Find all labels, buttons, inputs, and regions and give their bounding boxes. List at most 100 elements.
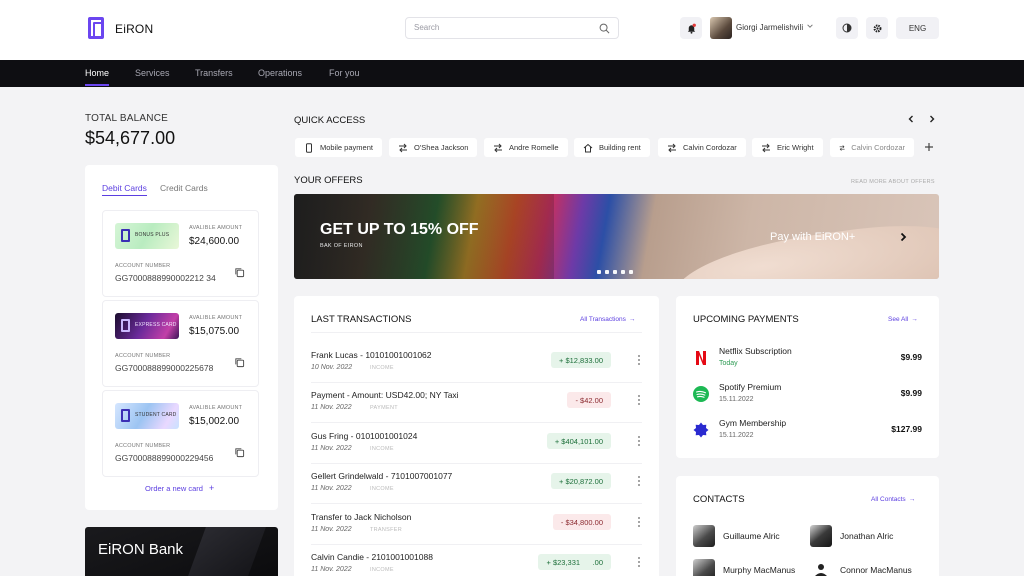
transaction-row[interactable]: Gus Fring - 0101001001024 11 Nov. 2022 I… [311,431,642,471]
all-contacts-link[interactable]: All Contacts → [871,496,915,503]
contact-name: Connor MacManus [840,565,912,575]
copy-icon[interactable] [234,447,245,458]
transaction-row[interactable]: Frank Lucas - 10101001001062 10 Nov. 202… [311,350,642,390]
copy-icon[interactable] [234,357,245,368]
quick-access-item[interactable]: Building rent [574,138,650,157]
total-balance-label: TOTAL BALANCE [85,113,168,124]
language-button[interactable]: ENG [896,17,939,39]
transaction-type: INCOME [370,486,394,492]
transaction-amount: + $404,101.00 [546,433,611,449]
user-name[interactable]: Giorgi Jarmelishvili [736,23,803,32]
carousel-dot[interactable] [613,270,617,274]
transaction-date: 11 Nov. 2022 [311,445,352,452]
bank-card-title: EiRON Bank [98,541,184,558]
brand-name[interactable]: EiRON [115,22,153,36]
copy-icon[interactable] [234,267,245,278]
payment-item[interactable]: Gym Membership 15.11.2022 $127.99 [693,418,922,448]
payment-item[interactable]: Netflix Subscription Today $9.99 [693,346,922,376]
more-vertical-icon[interactable] [637,435,641,447]
nav-for-you[interactable]: For you [329,68,360,78]
offer-banner[interactable]: GET UP TO 15% OFF BAK OF EIRON Pay with … [294,194,939,279]
read-more-offers-link[interactable]: READ MORE ABOUT OFFERS [851,179,935,185]
transaction-row[interactable]: Gellert Grindelwald - 7101007001077 11 N… [311,471,642,511]
search-icon[interactable] [599,23,610,34]
bank-card-promo[interactable]: EiRON Bank [85,527,278,576]
carousel-dot[interactable] [629,270,633,274]
payment-item[interactable]: Spotify Premium 15.11.2022 $9.99 [693,382,922,412]
divider [311,503,642,504]
more-vertical-icon[interactable] [637,556,641,568]
theme-toggle-button[interactable] [836,17,858,39]
bell-icon [687,23,696,34]
nav-transfers[interactable]: Transfers [195,68,233,78]
search-input[interactable] [414,23,594,32]
gear-icon [873,24,881,32]
contact-item[interactable]: Guillaume Alric [693,525,803,547]
gym-logo-icon [693,422,709,438]
transfer-icon [399,143,407,152]
carousel-dot[interactable] [605,270,609,274]
more-vertical-icon[interactable] [637,394,641,406]
divider [311,332,642,333]
carousel-dot[interactable] [597,270,601,274]
chevron-left-icon[interactable] [906,114,916,124]
transaction-type: INCOME [370,446,394,452]
tab-credit-cards[interactable]: Credit Cards [160,183,208,193]
order-new-card-label: Order a new card [145,484,203,493]
more-vertical-icon[interactable] [637,475,641,487]
carousel-dot[interactable] [621,270,625,274]
contrast-icon [842,23,852,33]
add-quick-access-icon[interactable] [924,142,934,152]
banner-cta[interactable]: Pay with EiRON+ [770,231,855,243]
transaction-type: PAYMENT [370,405,398,411]
card-item[interactable]: STUDENT CARD AVALIBLE AMOUNT $15,002.00 … [102,390,259,477]
settings-button[interactable] [866,17,888,39]
chevron-right-icon[interactable] [898,232,908,242]
see-all-payments-link[interactable]: See All → [888,316,918,323]
transaction-date: 11 Nov. 2022 [311,404,352,411]
transaction-row[interactable]: Calvin Candie - 2101001001088 11 Nov. 20… [311,552,642,576]
nav-home[interactable]: Home [85,68,109,78]
chevron-right-icon[interactable] [927,114,937,124]
card-item[interactable]: EXPRESS CARD AVALIBLE AMOUNT $15,075.00 … [102,300,259,387]
card-image: STUDENT CARD [115,403,179,429]
account-number-value: GG700088899000225678 [115,363,214,373]
chevron-down-icon[interactable] [806,22,814,30]
quick-access-item[interactable]: Calvin Cordozar [830,138,914,157]
tab-debit-cards[interactable]: Debit Cards [102,183,147,196]
transactions-title: LAST TRANSACTIONS [311,314,412,325]
brand-logo-icon[interactable] [88,17,104,39]
card-item[interactable]: BONUS PLUS AVALIBLE AMOUNT $24,600.00 AC… [102,210,259,297]
transaction-row[interactable]: Payment - Amount: USD42.00; NY Taxi 11 N… [311,390,642,430]
all-transactions-label: All Transactions [580,316,626,323]
search-box[interactable] [405,17,619,39]
arrow-right-icon: → [911,316,918,323]
transaction-name: Payment - Amount: USD42.00; NY Taxi [311,390,459,400]
contact-item[interactable]: Murphy MacManus [693,559,803,576]
payment-amount: $127.99 [891,424,922,434]
all-contacts-label: All Contacts [871,496,906,503]
nav-operations[interactable]: Operations [258,68,302,78]
contact-name: Jonathan Alric [840,531,894,541]
order-new-card-link[interactable]: Order a new card + [145,483,214,493]
quick-access-item[interactable]: Mobile payment [295,138,382,157]
contact-item[interactable]: Jonathan Alric [810,525,920,547]
top-header: EiRON Giorgi Jarmelishvili ENG [0,0,1024,60]
more-vertical-icon[interactable] [637,516,641,528]
transaction-row[interactable]: Transfer to Jack Nicholson 11 Nov. 2022 … [311,512,642,552]
quick-access-item[interactable]: Eric Wright [752,138,823,157]
quick-access-item[interactable]: Calvin Cordozar [658,138,746,157]
quick-access-item[interactable]: O'Shea Jackson [389,138,478,157]
payment-date: Today [719,360,738,367]
notifications-button[interactable] [680,17,702,39]
cards-panel: Debit Cards Credit Cards BONUS PLUS AVAL… [85,165,278,510]
nav-services[interactable]: Services [135,68,170,78]
more-vertical-icon[interactable] [637,354,641,366]
contact-item[interactable]: Connor MacManus [810,559,920,576]
quick-access-item[interactable]: Andre Romelle [484,138,568,157]
transaction-type: INCOME [370,365,394,371]
contacts-title: CONTACTS [693,494,745,505]
user-avatar[interactable] [710,17,732,39]
all-transactions-link[interactable]: All Transactions → [580,316,635,323]
divider [311,544,642,545]
